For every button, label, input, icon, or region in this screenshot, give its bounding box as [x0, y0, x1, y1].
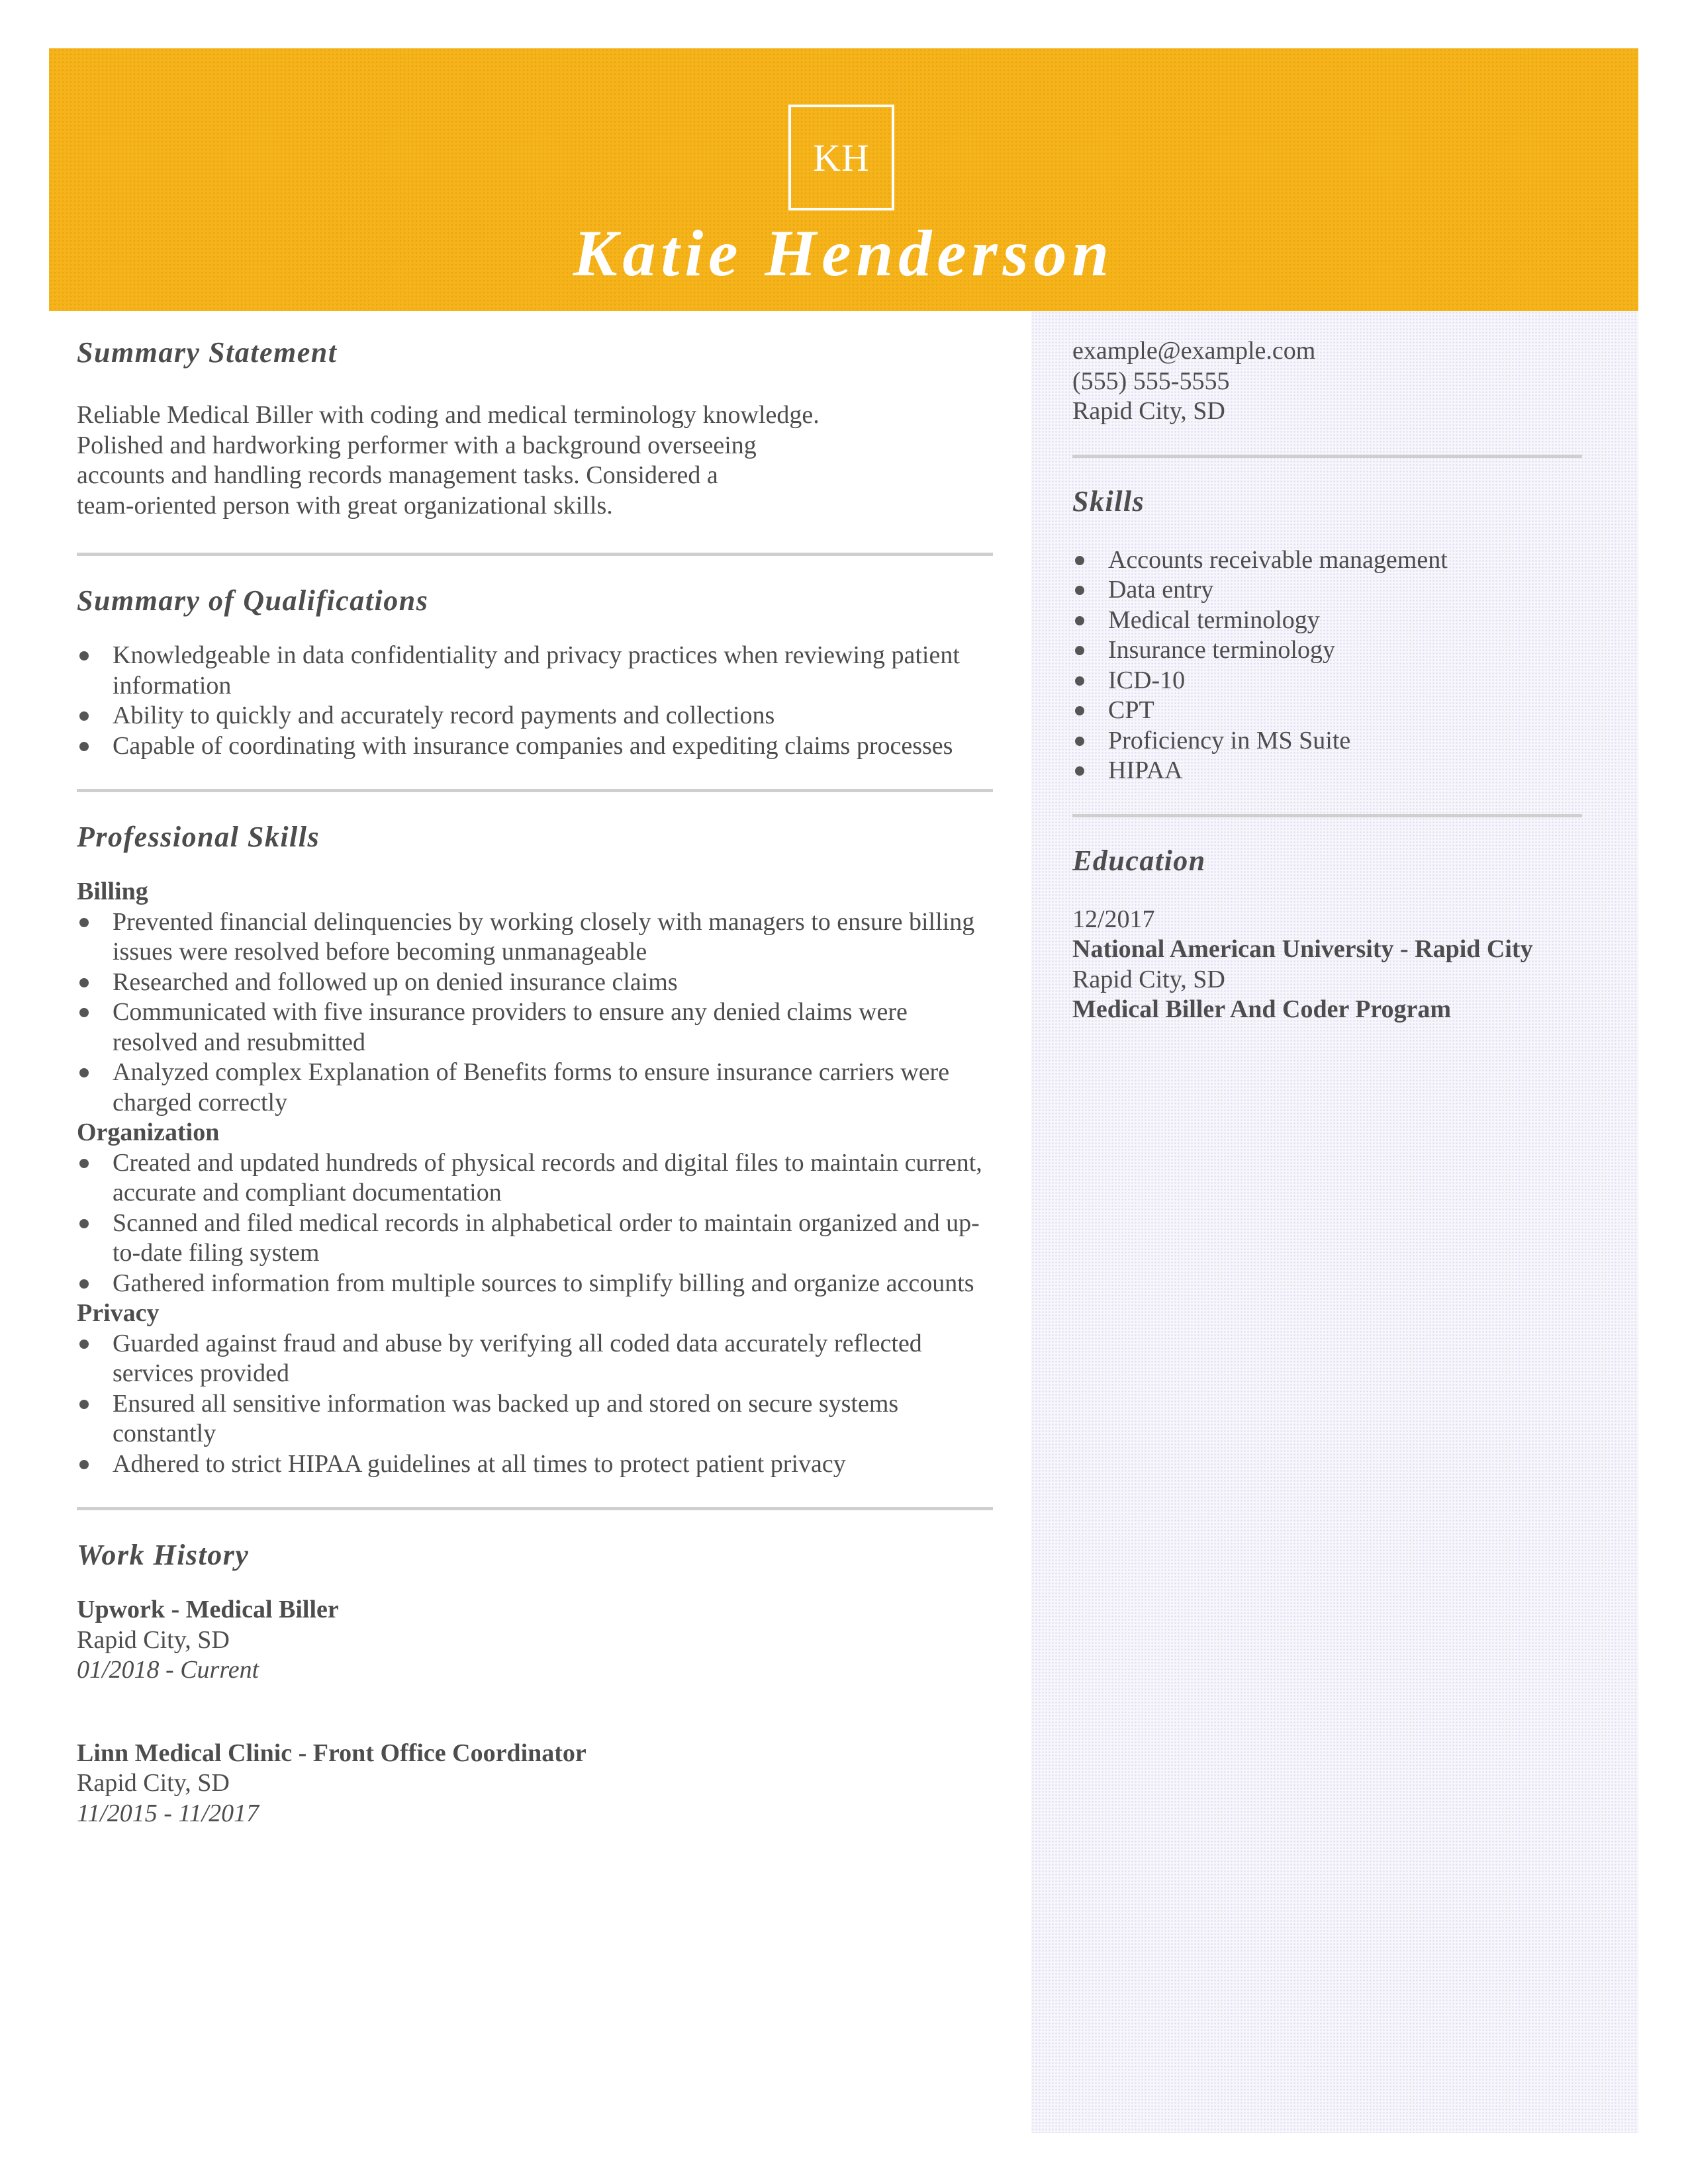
- work-history-section: Work History Upwork - Medical Biller Rap…: [77, 1510, 993, 1829]
- list-item: CPT: [1072, 696, 1594, 726]
- bullet-icon: [79, 1399, 89, 1409]
- list-item: Knowledgeable in data confidentiality an…: [77, 641, 964, 701]
- summary-line: team-oriented person with great organiza…: [77, 491, 613, 520]
- bullet-icon: [1075, 736, 1084, 746]
- job-entry: Upwork - Medical Biller Rapid City, SD 0…: [77, 1595, 993, 1686]
- list-item: Created and updated hundreds of physical…: [77, 1148, 984, 1208]
- list-item: Data entry: [1072, 575, 1594, 606]
- job-dates: 11/2015 - 11/2017: [77, 1799, 259, 1827]
- summary-text: Reliable Medical Biller with coding and …: [77, 400, 993, 521]
- job-entry: Linn Medical Clinic - Front Office Coord…: [77, 1739, 993, 1829]
- bullet-icon: [1075, 676, 1084, 686]
- contact-email[interactable]: example@example.com: [1072, 336, 1594, 367]
- bullet-icon: [79, 978, 89, 987]
- bullet-icon: [1075, 555, 1084, 565]
- list-item: Medical terminology: [1072, 606, 1594, 636]
- resume-header: KH Katie Henderson: [49, 48, 1638, 311]
- education-school: National American University - Rapid Cit…: [1072, 935, 1533, 963]
- list-item: Insurance terminology: [1072, 635, 1594, 666]
- skills-list: Accounts receivable management Data entr…: [1072, 545, 1594, 786]
- section-heading-summary: Summary Statement: [77, 336, 338, 369]
- list-item: Proficiency in MS Suite: [1072, 726, 1594, 756]
- list-item: Analyzed complex Explanation of Benefits…: [77, 1058, 984, 1118]
- bullet-icon: [1075, 586, 1084, 595]
- bullet-icon: [79, 1279, 89, 1289]
- list-item: Gathered information from multiple sourc…: [77, 1269, 984, 1299]
- section-heading-professional-skills: Professional Skills: [77, 821, 320, 853]
- section-heading-work-history: Work History: [77, 1539, 250, 1571]
- bullet-icon: [79, 711, 89, 721]
- education-entry: 12/2017 National American University - R…: [1072, 905, 1575, 1025]
- summary-section: Summary Statement Reliable Medical Bille…: [77, 311, 993, 521]
- list-item: Ability to quickly and accurately record…: [77, 701, 964, 731]
- list-item: Scanned and filed medical records in alp…: [77, 1208, 984, 1269]
- list-item: Ensured all sensitive information was ba…: [77, 1389, 984, 1449]
- qualifications-list: Knowledgeable in data confidentiality an…: [77, 641, 964, 761]
- job-location: Rapid City, SD: [77, 1769, 230, 1797]
- skill-group-title: Privacy: [77, 1299, 160, 1327]
- list-item: Communicated with five insurance provide…: [77, 997, 984, 1058]
- job-title: Upwork - Medical Biller: [77, 1596, 339, 1623]
- section-heading-skills: Skills: [1072, 484, 1145, 518]
- list-item: Adhered to strict HIPAA guidelines at al…: [77, 1449, 984, 1480]
- section-heading-education: Education: [1072, 844, 1206, 877]
- list-item: HIPAA: [1072, 756, 1594, 786]
- skill-group-list: Guarded against fraud and abuse by verif…: [77, 1329, 984, 1480]
- education-section: Education 12/2017 National American Univ…: [1072, 817, 1594, 1025]
- bullet-icon: [79, 1459, 89, 1469]
- skill-group-title: Organization: [77, 1118, 220, 1146]
- monogram-badge: KH: [788, 105, 894, 210]
- qualifications-section: Summary of Qualifications Knowledgeable …: [77, 556, 993, 761]
- bullet-icon: [79, 741, 89, 751]
- bullet-icon: [79, 1008, 89, 1017]
- bullet-icon: [1075, 766, 1084, 776]
- contact-section: example@example.com (555) 555-5555 Rapid…: [1072, 311, 1594, 427]
- bullet-icon: [79, 1068, 89, 1077]
- sidebar-column: example@example.com (555) 555-5555 Rapid…: [1072, 311, 1594, 1025]
- bullet-icon: [79, 1339, 89, 1349]
- summary-line: Polished and hardworking performer with …: [77, 431, 757, 459]
- candidate-name: Katie Henderson: [573, 216, 1115, 290]
- list-item: Researched and followed up on denied ins…: [77, 968, 984, 998]
- job-title: Linn Medical Clinic - Front Office Coord…: [77, 1739, 586, 1767]
- summary-line: accounts and handling records management…: [77, 461, 718, 489]
- section-heading-qualifications: Summary of Qualifications: [77, 584, 429, 617]
- skill-group-title: Billing: [77, 878, 148, 905]
- summary-line: Reliable Medical Biller with coding and …: [77, 401, 820, 429]
- skills-section: Skills Accounts receivable management Da…: [1072, 458, 1594, 786]
- list-item: Prevented financial delinquencies by wor…: [77, 907, 984, 968]
- list-item: Guarded against fraud and abuse by verif…: [77, 1329, 984, 1389]
- bullet-icon: [79, 1158, 89, 1168]
- skill-group-list: Created and updated hundreds of physical…: [77, 1148, 984, 1299]
- bullet-icon: [1075, 706, 1084, 715]
- contact-location: Rapid City, SD: [1072, 397, 1225, 425]
- list-item: Capable of coordinating with insurance c…: [77, 731, 964, 762]
- bullet-icon: [79, 1218, 89, 1228]
- main-column: Summary Statement Reliable Medical Bille…: [77, 311, 993, 1829]
- professional-skills-section: Professional Skills Billing Prevented fi…: [77, 792, 993, 1479]
- bullet-icon: [79, 651, 89, 660]
- bullet-icon: [1075, 615, 1084, 625]
- list-item: ICD-10: [1072, 666, 1594, 696]
- bullet-icon: [79, 917, 89, 927]
- job-location: Rapid City, SD: [77, 1625, 230, 1654]
- education-date: 12/2017: [1072, 905, 1155, 933]
- list-item: Accounts receivable management: [1072, 545, 1594, 576]
- education-location: Rapid City, SD: [1072, 965, 1225, 993]
- bullet-icon: [1075, 646, 1084, 655]
- skill-group-list: Prevented financial delinquencies by wor…: [77, 907, 984, 1118]
- job-dates: 01/2018 - Current: [77, 1656, 259, 1684]
- education-program: Medical Biller And Coder Program: [1072, 995, 1452, 1023]
- contact-phone[interactable]: (555) 555-5555: [1072, 367, 1594, 397]
